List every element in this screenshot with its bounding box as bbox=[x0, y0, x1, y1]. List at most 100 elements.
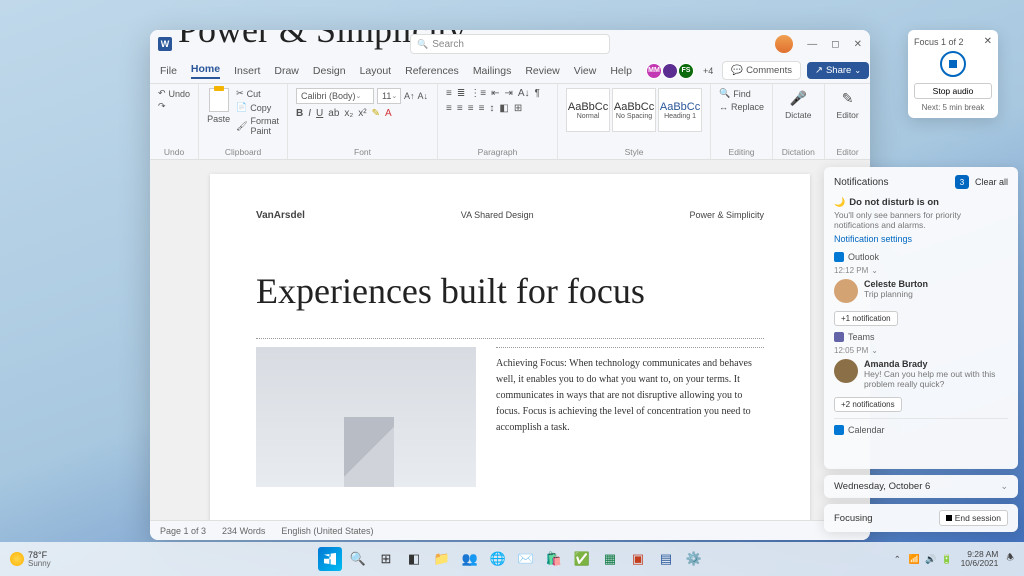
tab-file[interactable]: File bbox=[160, 65, 177, 77]
presence-user-2[interactable] bbox=[662, 63, 678, 79]
tab-home[interactable]: Home bbox=[191, 63, 220, 79]
search-input[interactable]: Search bbox=[410, 34, 610, 54]
presence-user-1[interactable]: MM bbox=[646, 63, 662, 79]
presence-user-3[interactable]: FS bbox=[678, 63, 694, 79]
highlight-button[interactable]: ✎ bbox=[372, 108, 380, 119]
tab-insert[interactable]: Insert bbox=[234, 65, 260, 77]
presence-avatars[interactable]: MM FS bbox=[646, 63, 694, 79]
style-normal[interactable]: AaBbCcNormal bbox=[566, 88, 610, 132]
status-language[interactable]: English (United States) bbox=[281, 526, 373, 536]
share-button[interactable]: ↗ Share bbox=[807, 62, 869, 79]
document-page[interactable]: VanArsdel VA Shared Design Power & Simpl… bbox=[210, 174, 810, 520]
format-painter-button[interactable]: 🖌 Format Paint bbox=[236, 116, 279, 136]
find-button[interactable]: 🔍 Find bbox=[719, 88, 764, 99]
line-spacing-button[interactable]: ↕ bbox=[489, 103, 494, 114]
tab-mailings[interactable]: Mailings bbox=[473, 65, 512, 77]
tab-help[interactable]: Help bbox=[610, 65, 632, 77]
powerpoint-icon[interactable]: ▣ bbox=[626, 547, 650, 571]
strikethrough-button[interactable]: ab bbox=[328, 108, 339, 119]
subscript-button[interactable]: x₂ bbox=[344, 108, 353, 119]
wifi-icon[interactable]: 📶 bbox=[909, 554, 920, 565]
store-icon[interactable]: 🛍️ bbox=[542, 547, 566, 571]
shading-button[interactable]: ◧ bbox=[499, 103, 508, 114]
bold-button[interactable]: B bbox=[296, 108, 303, 119]
sort-button[interactable]: A↓ bbox=[518, 88, 530, 99]
word-taskbar-icon[interactable]: ▤ bbox=[654, 547, 678, 571]
tab-review[interactable]: Review bbox=[525, 65, 559, 77]
settings-icon[interactable]: ⚙️ bbox=[682, 547, 706, 571]
redo-button[interactable]: ↷ bbox=[158, 101, 190, 112]
teams-icon[interactable]: 👥 bbox=[458, 547, 482, 571]
tab-view[interactable]: View bbox=[574, 65, 597, 77]
replace-button[interactable]: ↔ Replace bbox=[719, 102, 764, 112]
volume-icon[interactable]: 🔊 bbox=[925, 554, 936, 565]
app-group-teams[interactable]: Teams bbox=[834, 332, 1008, 342]
style-heading-1[interactable]: AaBbCcHeading 1 bbox=[658, 88, 702, 132]
close-button[interactable]: ✕ bbox=[854, 39, 862, 50]
system-tray[interactable]: 📶 🔊 🔋 bbox=[909, 554, 953, 565]
outlook-time[interactable]: 12:12 PM bbox=[834, 266, 1008, 275]
excel-icon[interactable]: ▦ bbox=[598, 547, 622, 571]
font-color-button[interactable]: A bbox=[385, 108, 392, 119]
font-size-select[interactable]: 11 bbox=[377, 88, 401, 104]
app-group-outlook[interactable]: Outlook bbox=[834, 252, 1008, 262]
align-right-button[interactable]: ≡ bbox=[468, 103, 474, 114]
tab-design[interactable]: Design bbox=[313, 65, 346, 77]
style-no-spacing[interactable]: AaBbCcNo Spacing bbox=[612, 88, 656, 132]
start-button[interactable] bbox=[318, 547, 342, 571]
italic-button[interactable]: I bbox=[308, 108, 311, 119]
focus-timer-icon[interactable] bbox=[940, 51, 966, 77]
stop-audio-button[interactable]: Stop audio bbox=[914, 83, 992, 99]
bullets-button[interactable]: ≡ bbox=[446, 88, 452, 99]
tab-layout[interactable]: Layout bbox=[360, 65, 392, 77]
teams-time[interactable]: 12:05 PM bbox=[834, 346, 1008, 355]
tab-draw[interactable]: Draw bbox=[274, 65, 299, 77]
mail-icon[interactable]: ✉️ bbox=[514, 547, 538, 571]
taskbar-weather[interactable]: 78°FSunny bbox=[10, 551, 51, 568]
outlook-more-pill[interactable]: +1 notification bbox=[834, 311, 898, 326]
document-canvas[interactable]: VanArsdel VA Shared Design Power & Simpl… bbox=[150, 160, 870, 520]
align-center-button[interactable]: ≡ bbox=[457, 103, 463, 114]
focus-close-button[interactable]: ✕ bbox=[984, 36, 992, 47]
shrink-font-button[interactable]: A↓ bbox=[418, 91, 429, 101]
search-button[interactable]: 🔍 bbox=[346, 547, 370, 571]
undo-button[interactable]: ↶ Undo bbox=[158, 88, 190, 99]
task-view-button[interactable]: ⊞ bbox=[374, 547, 398, 571]
calendar-date-card[interactable]: Wednesday, October 6 bbox=[824, 475, 1018, 498]
multilevel-button[interactable]: ⋮≡ bbox=[470, 88, 486, 99]
superscript-button[interactable]: x² bbox=[358, 108, 366, 119]
edge-icon[interactable]: 🌐 bbox=[486, 547, 510, 571]
battery-icon[interactable]: 🔋 bbox=[941, 554, 952, 565]
presence-more[interactable]: +4 bbox=[700, 66, 716, 76]
taskbar-clock[interactable]: 9:28 AM10/6/2021 bbox=[961, 550, 999, 569]
tab-references[interactable]: References bbox=[405, 65, 459, 77]
notification-item-teams[interactable]: Amanda BradyHey! Can you help me out wit… bbox=[834, 359, 1008, 389]
paste-button[interactable]: Paste bbox=[207, 88, 230, 136]
widgets-button[interactable]: ◧ bbox=[402, 547, 426, 571]
minimize-button[interactable]: — bbox=[807, 39, 817, 50]
tray-chevron[interactable]: ⌃ bbox=[894, 554, 901, 565]
dictate-button[interactable]: 🎤Dictate bbox=[781, 88, 815, 120]
underline-button[interactable]: U bbox=[316, 108, 323, 119]
status-words[interactable]: 234 Words bbox=[222, 526, 265, 536]
account-avatar[interactable] bbox=[775, 35, 793, 53]
comments-button[interactable]: 💬 Comments bbox=[722, 61, 801, 80]
end-session-button[interactable]: End session bbox=[939, 510, 1008, 526]
align-left-button[interactable]: ≡ bbox=[446, 103, 452, 114]
copy-button[interactable]: 📄 Copy bbox=[236, 102, 279, 113]
status-page[interactable]: Page 1 of 3 bbox=[160, 526, 206, 536]
notification-settings-link[interactable]: Notification settings bbox=[834, 234, 1008, 244]
cut-button[interactable]: ✂ Cut bbox=[236, 88, 279, 99]
font-name-select[interactable]: Calibri (Body) bbox=[296, 88, 374, 104]
maximize-button[interactable]: ◻ bbox=[831, 39, 839, 50]
grow-font-button[interactable]: A↑ bbox=[404, 91, 415, 101]
app-group-calendar[interactable]: Calendar bbox=[834, 418, 1008, 435]
borders-button[interactable]: ⊞ bbox=[514, 103, 522, 114]
show-marks-button[interactable]: ¶ bbox=[535, 88, 540, 99]
editor-button[interactable]: ✎Editor bbox=[833, 88, 863, 120]
todo-icon[interactable]: ✅ bbox=[570, 547, 594, 571]
increase-indent-button[interactable]: ⇥ bbox=[505, 88, 513, 99]
clear-all-button[interactable]: Clear all bbox=[975, 177, 1008, 187]
decrease-indent-button[interactable]: ⇤ bbox=[491, 88, 499, 99]
numbering-button[interactable]: ≣ bbox=[457, 88, 465, 99]
